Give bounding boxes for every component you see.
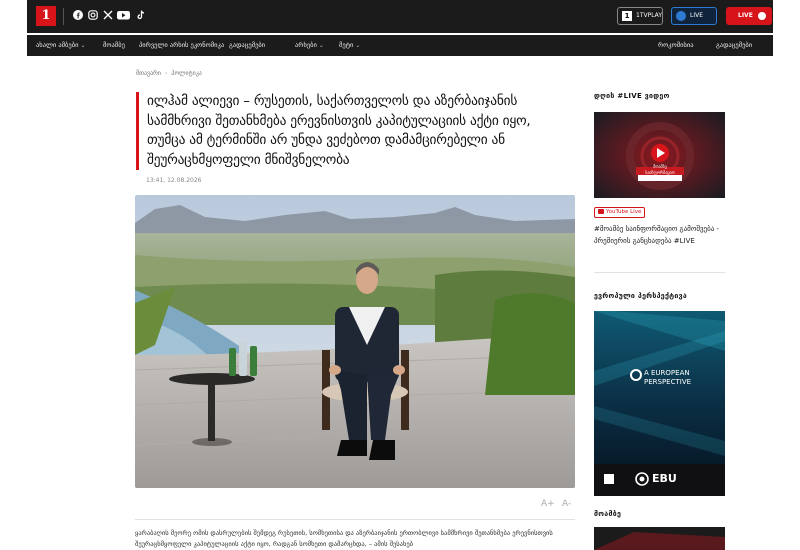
- instagram-icon[interactable]: [87, 10, 99, 22]
- nav-item-news[interactable]: ახალი ამბები ⌄: [36, 35, 85, 56]
- facebook-icon[interactable]: [72, 10, 84, 22]
- sidebar-live-title: დღის #LIVE ვიდეო: [594, 92, 670, 100]
- 1tvplay-button[interactable]: 1 1TVPLAY: [617, 7, 663, 25]
- live-radio-button[interactable]: LIVE: [671, 7, 717, 25]
- sidebar-euro-title: ევროპული პერსპექტივა: [594, 292, 688, 300]
- nav-item-label: გადაცემები: [716, 41, 753, 49]
- chevron-down-icon: ⌄: [318, 42, 324, 49]
- nav-item-programs[interactable]: გადაცემები: [716, 35, 752, 56]
- nav-item-label: როკომისია: [658, 41, 694, 49]
- divider: [63, 8, 64, 25]
- nav-item-label: მეტი: [339, 41, 354, 49]
- chevron-down-icon: ⌄: [355, 42, 361, 49]
- nav-item-moambe[interactable]: მოამბე: [103, 35, 125, 56]
- live-video-thumbnail[interactable]: მოამბე საინფორმაციო გამოშვება: [594, 112, 725, 198]
- nav-item-label: არხები: [295, 41, 317, 49]
- live-dot-icon: [676, 11, 686, 21]
- nav-item-label: მოამბე: [103, 41, 125, 49]
- live-blue-label: LIVE: [690, 12, 704, 19]
- chevron-right-icon: ›: [165, 70, 168, 77]
- 1tvplay-label: 1TVPLAY: [636, 12, 662, 19]
- article-hero-image: [135, 195, 575, 488]
- nav-item-commission[interactable]: როკომისია: [658, 35, 694, 56]
- moambe-thumbnail[interactable]: [594, 527, 725, 550]
- article-timestamp: 13:41, 12.08.2026: [146, 177, 202, 184]
- european-perspective-thumbnail[interactable]: A EUROPEAN PERSPECTIVE EBU: [594, 311, 725, 496]
- live-video-caption[interactable]: #მოამბე საინფორმაციო გამოშვება - პრემიერ…: [594, 223, 725, 247]
- nav-item-label: ახალი ამბები: [36, 41, 79, 49]
- tiktok-icon[interactable]: [135, 10, 147, 22]
- breadcrumb-home[interactable]: მთავარი: [136, 70, 161, 77]
- divider: [594, 272, 725, 273]
- youtube-icon: [598, 209, 604, 214]
- live-thumb-text: მოამბე საინფორმაციო გამოშვება: [645, 164, 675, 181]
- x-icon[interactable]: [102, 10, 114, 22]
- nav-item-economy[interactable]: პირველი არხის ეკონომიკა: [139, 35, 224, 56]
- nav-item-label: გადაცემები: [229, 41, 266, 49]
- live-tv-button[interactable]: LIVE: [726, 7, 772, 25]
- main-nav: ახალი ამბები ⌄ მოამბე პირველი არხის ეკონო…: [27, 35, 773, 56]
- nav-item-more[interactable]: მეტი ⌄: [339, 35, 360, 56]
- 1tv-logo-icon: 1: [622, 11, 632, 21]
- youtube-icon[interactable]: [117, 10, 130, 22]
- logo[interactable]: 1: [36, 6, 56, 26]
- sidebar-moambe-title: მოამბე: [594, 510, 622, 518]
- headline-block: ილჰამ ალიევი – რუსეთის, საქართველოს და ა…: [136, 92, 572, 170]
- breadcrumb: მთავარი › პოლიტიკა: [136, 70, 202, 77]
- nav-item-label: პირველი არხის ეკონომიკა: [139, 41, 225, 49]
- youtube-live-label: YouTube Live: [606, 209, 642, 215]
- ebu-logo: EBU: [652, 472, 677, 485]
- chevron-down-icon: ⌄: [80, 42, 86, 49]
- divider: [135, 519, 575, 520]
- live-red-label: LIVE: [738, 12, 753, 19]
- nav-item-shows[interactable]: გადაცემები: [229, 35, 265, 56]
- nav-item-channels[interactable]: არხები ⌄: [295, 35, 324, 56]
- article-headline: ილჰამ ალიევი – რუსეთის, საქართველოს და ა…: [147, 94, 531, 168]
- font-decrease-button[interactable]: A-: [562, 499, 571, 509]
- font-increase-button[interactable]: A+: [541, 499, 555, 509]
- article-body: ყარაბაღის მეორე ომის დასრულების შემდეგ რ…: [135, 529, 553, 548]
- breadcrumb-current[interactable]: პოლიტიკა: [171, 70, 201, 77]
- play-circle-icon: [758, 12, 766, 20]
- euro-thumb-brand: A EUROPEAN PERSPECTIVE: [644, 369, 692, 386]
- top-bar: 1 1 1TVPLAY LIVE LIVE: [27, 0, 773, 33]
- youtube-live-badge: YouTube Live: [594, 207, 646, 218]
